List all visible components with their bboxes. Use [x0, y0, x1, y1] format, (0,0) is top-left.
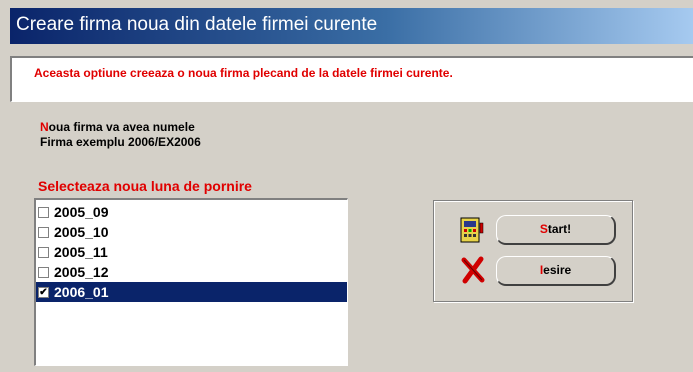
- month-label: 2005_11: [54, 244, 108, 260]
- month-listbox[interactable]: 2005_09 2005_10 2005_11 2005_12 ✔ 2006_0…: [34, 198, 348, 366]
- exit-button[interactable]: Iesire: [496, 256, 616, 286]
- action-panel: Start! Iesire: [433, 200, 633, 302]
- month-item-2006-01[interactable]: ✔ 2006_01: [36, 282, 347, 302]
- start-label: tart!: [547, 222, 572, 236]
- month-item-2005-12[interactable]: 2005_12: [36, 262, 347, 282]
- month-label: 2005_09: [54, 204, 109, 220]
- month-label: 2006_01: [54, 284, 109, 300]
- calculator-icon: [460, 217, 484, 243]
- checkbox[interactable]: [38, 227, 49, 238]
- info-message: Aceasta optiune creeaza o noua firma ple…: [34, 66, 453, 80]
- start-month-label: Selecteaza noua luna de pornire: [38, 178, 252, 194]
- month-label: 2005_12: [54, 264, 109, 280]
- checkbox[interactable]: [38, 247, 49, 258]
- title-bar: Creare firma noua din datele firmei cure…: [10, 8, 693, 44]
- start-hotkey: S: [539, 222, 548, 236]
- month-item-2005-09[interactable]: 2005_09: [36, 202, 347, 222]
- month-item-2005-11[interactable]: 2005_11: [36, 242, 347, 262]
- red-x-icon: [461, 256, 485, 284]
- month-label: 2005_10: [54, 224, 109, 240]
- month-item-2005-10[interactable]: 2005_10: [36, 222, 347, 242]
- new-firm-name: Firma exemplu 2006/EX2006: [40, 135, 201, 149]
- window-title: Creare firma noua din datele firmei cure…: [16, 14, 378, 35]
- new-firm-label: Noua firma va avea numele: [40, 120, 195, 134]
- start-button[interactable]: Start!: [496, 215, 616, 245]
- checkbox[interactable]: [38, 267, 49, 278]
- checkbox[interactable]: [38, 207, 49, 218]
- new-firm-label-rest: oua firma va avea numele: [48, 120, 195, 134]
- new-firm-label-first-letter: N: [40, 120, 49, 134]
- exit-label: esire: [543, 263, 572, 277]
- info-box: Aceasta optiune creeaza o noua firma ple…: [10, 56, 693, 102]
- checkbox-checked[interactable]: ✔: [38, 287, 49, 298]
